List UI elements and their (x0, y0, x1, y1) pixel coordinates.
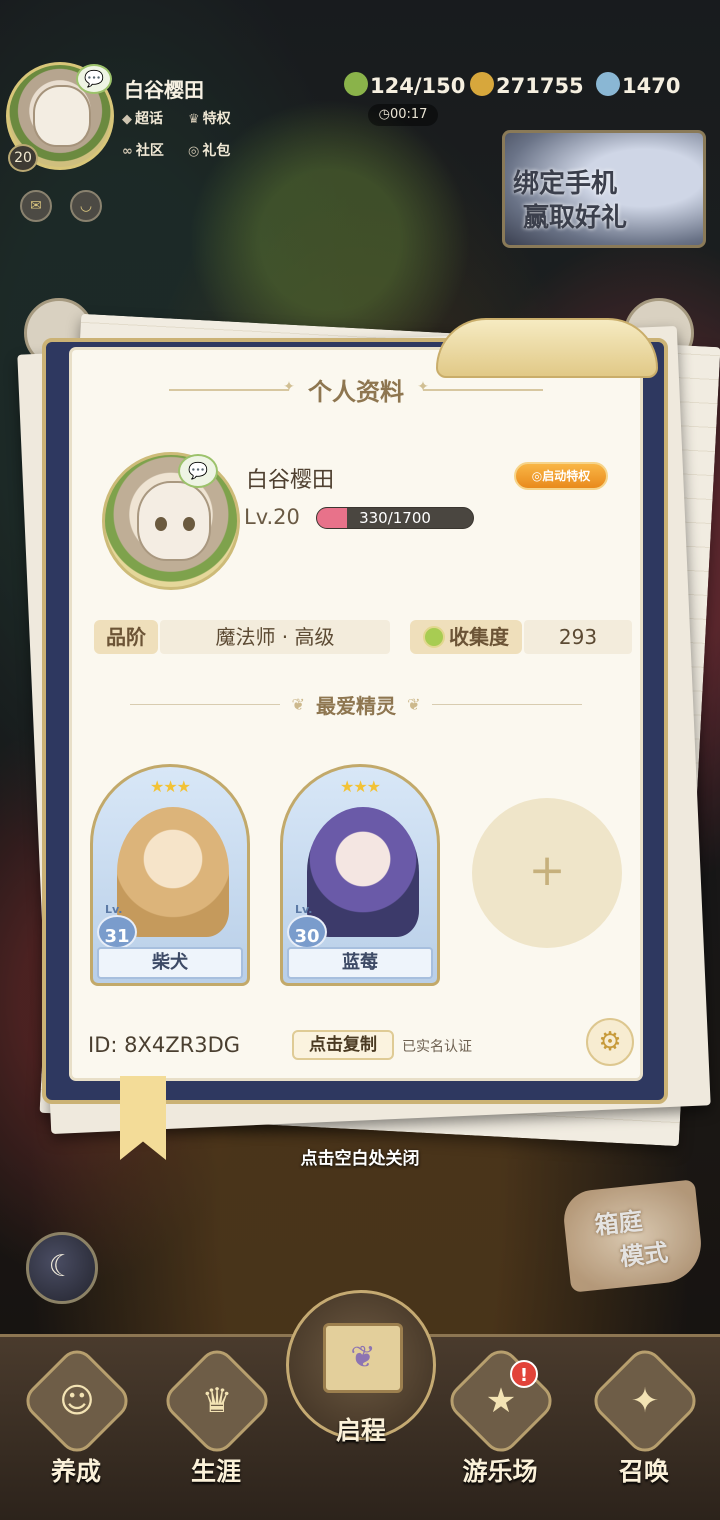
alert-badge: ! (510, 1360, 538, 1388)
garden-mode-line2: 模式 (618, 1237, 670, 1272)
link-privilege[interactable]: ♛ 特权 (188, 108, 231, 128)
portrait-eye (183, 517, 195, 531)
spirit-name: 蓝莓 (287, 947, 433, 979)
link-community[interactable]: ∞ 社区 (122, 140, 164, 160)
gem-icon (596, 72, 620, 96)
xp-progress-bar: 330/1700 (316, 507, 474, 529)
ornament-icon: ❦ (291, 695, 305, 714)
nav-label: 召唤 (618, 1457, 669, 1486)
profile-level: Lv.20 (244, 505, 300, 529)
nav-label: 游乐场 (462, 1457, 538, 1486)
nav-label: 启程 (335, 1416, 386, 1445)
rank-value: 魔法师 · 高级 (160, 620, 390, 654)
wechat-icon: ◎ (531, 469, 543, 483)
character-icon: ☺ (59, 1381, 95, 1421)
ornament-left (168, 379, 295, 395)
crown-icon: ♛ (201, 1381, 233, 1421)
nav-label: 养成 (50, 1457, 101, 1486)
portrait-eye (155, 517, 167, 531)
coin-icon (470, 72, 494, 96)
divider (130, 704, 281, 705)
wechat-icon: ◎ (188, 144, 200, 159)
link-gift[interactable]: ◎ 礼包 (188, 140, 230, 160)
close-hint: 点击空白处关闭 (300, 1149, 420, 1169)
collection-label: 收集度 (410, 620, 522, 654)
stamina-counter[interactable]: 124/150 (344, 72, 465, 98)
book-icon: ❦ (323, 1323, 403, 1393)
crown-icon: ♛ (188, 112, 200, 127)
nav-summon[interactable]: ✦ 召唤 (584, 1343, 704, 1510)
collection-value: 293 (524, 620, 632, 654)
favorite-spirit-card[interactable]: ★★★ Lv. 31 柴犬 (90, 764, 250, 986)
profile-portrait[interactable] (102, 452, 240, 590)
xp-progress-text: 330/1700 (359, 509, 431, 527)
coin-counter[interactable]: 271755 (470, 72, 584, 98)
mask-icon: ∞ (122, 144, 133, 159)
favorites-section-title: ❦ 最爱精灵 ❦ (72, 690, 640, 719)
ornament-right (417, 379, 544, 395)
panel-title: 个人资料 (308, 377, 404, 406)
card-sparkle-icon: ✦ (630, 1381, 660, 1421)
player-level-badge: 20 (8, 144, 38, 172)
add-favorite-button[interactable]: + (472, 798, 622, 948)
link-chaohua[interactable]: ◆ 超话 (122, 108, 163, 128)
player-name: 白谷樱田 (124, 78, 204, 102)
activate-privilege-button[interactable]: ◎启动特权 (514, 462, 608, 490)
wechat-icon: 💬 (178, 454, 218, 488)
nav-career[interactable]: ♛ 生涯 (156, 1343, 276, 1510)
gem-counter[interactable]: 1470 (596, 72, 680, 98)
portrait-face (137, 481, 211, 561)
spirit-portrait (117, 807, 229, 937)
favorite-spirit-card[interactable]: ★★★ Lv. 30 蓝莓 (280, 764, 440, 986)
nav-depart[interactable]: ❦ 启程 (286, 1290, 436, 1445)
rarity-stars: ★★★ (339, 777, 381, 796)
garden-mode-button[interactable]: 箱庭 模式 (561, 1179, 705, 1293)
ornament-icon: ❦ (407, 695, 421, 714)
rarity-stars: ★★★ (149, 777, 191, 796)
profile-name: 白谷樱田 (246, 468, 335, 493)
spirit-level: Lv. 30 (287, 903, 327, 949)
avatar-face (33, 85, 91, 147)
spirit-name: 柴犬 (97, 947, 243, 979)
eye-mask-icon[interactable]: ◡ (70, 190, 102, 222)
bind-phone-banner[interactable]: 绑定手机 赢取好礼 (502, 130, 706, 248)
mail-icon[interactable]: ✉ (20, 190, 52, 222)
spirit-level: Lv. 31 (97, 903, 137, 949)
gear-icon[interactable]: ⚙ (586, 1018, 634, 1066)
stamina-timer: ◷00:17 (368, 104, 438, 126)
favorites-title: 最爱精灵 (316, 694, 396, 718)
bind-banner-line1: 绑定手机 (513, 169, 618, 199)
divider (431, 704, 582, 705)
wechat-icon: 💬 (76, 64, 112, 94)
copy-id-button[interactable]: 点击复制 (292, 1030, 394, 1060)
rank-label: 品阶 (94, 620, 158, 654)
nav-label: 生涯 (190, 1457, 241, 1486)
panel-title-row: 个人资料 (72, 372, 640, 407)
clock-icon: ◷ (378, 107, 390, 122)
moon-icon[interactable]: ☾ (26, 1232, 98, 1304)
nav-amusement-park[interactable]: ★ 游乐场 (440, 1343, 560, 1510)
bind-banner-line2: 赢取好礼 (523, 203, 628, 233)
panel-crown-ornament (436, 318, 658, 378)
diamond-icon: ◆ (122, 112, 132, 127)
clover-icon (423, 626, 445, 648)
verified-status: 已实名认证 (402, 1039, 472, 1055)
spirit-portrait (307, 807, 419, 937)
nav-develop[interactable]: ☺ 养成 (16, 1343, 136, 1510)
clover-icon (344, 72, 368, 96)
player-id: ID: 8X4ZR3DG (88, 1033, 241, 1057)
